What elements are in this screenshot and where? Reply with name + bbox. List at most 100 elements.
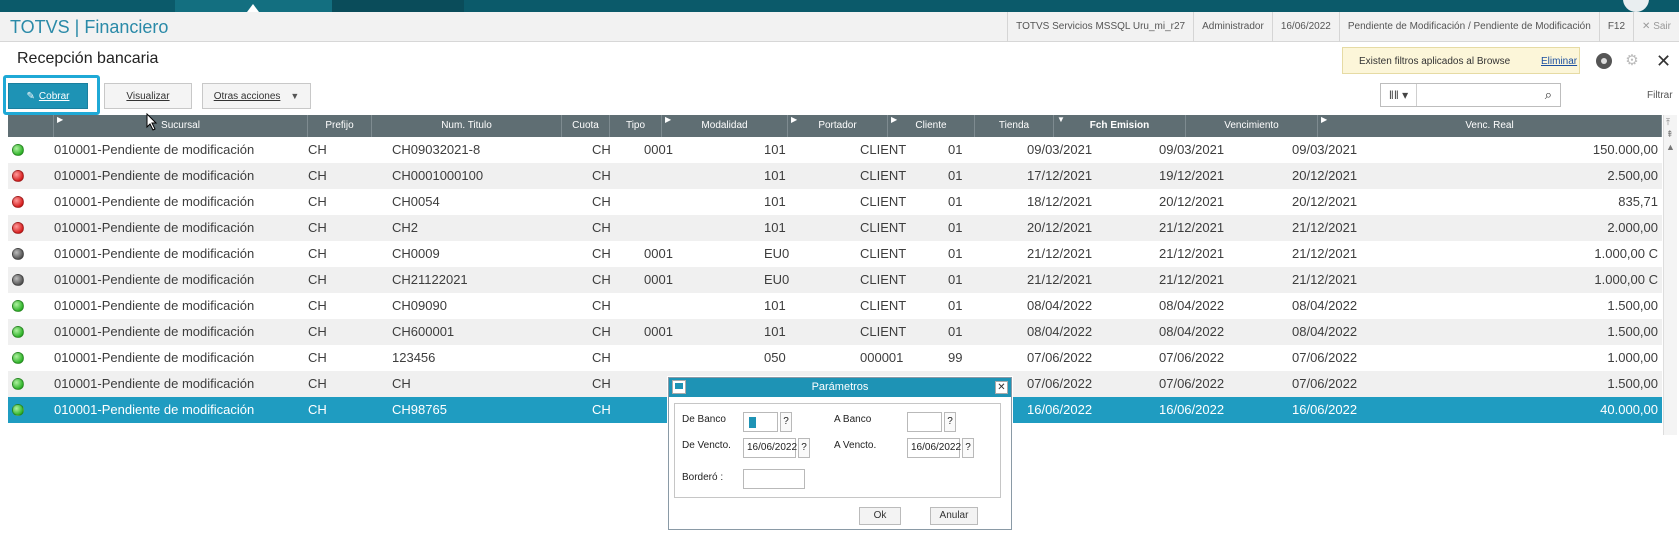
a-vencto-input[interactable]: 16/06/2022 — [907, 438, 961, 458]
search-icon[interactable]: ⌕ — [1545, 87, 1552, 103]
status-indicator-icon — [12, 144, 24, 156]
sort-arrow-icon[interactable]: ▶ — [1321, 115, 1327, 124]
de-banco-input[interactable] — [743, 412, 778, 432]
table-row[interactable]: 010001-Pendiente de modificación CH CH2112… — [8, 267, 1662, 293]
column-header[interactable]: Fch Emision — [1054, 115, 1186, 137]
a-vencto-label: A Vencto. — [834, 440, 877, 451]
app-header: TOTVS | Financiero TOTVS Servicios MSSQL… — [0, 12, 1679, 42]
cell-emision: 16/06/2022 — [1027, 402, 1093, 417]
remove-filter-link[interactable]: Eliminar — [1541, 56, 1577, 67]
status-indicator-icon — [12, 196, 24, 208]
scroll-top-icon[interactable]: ⤒ — [1666, 117, 1670, 128]
cell-sucursal: 010001-Pendiente de modificación — [54, 220, 255, 235]
cell-prefijo: CH — [308, 272, 327, 287]
cell-tienda: 01 — [948, 324, 963, 339]
cell-sucursal: 010001-Pendiente de modificación — [54, 350, 255, 365]
column-header[interactable]: Sucursal — [54, 115, 308, 137]
sort-arrow-icon[interactable]: ▶ — [891, 115, 897, 124]
column-header[interactable]: Vencimiento — [1186, 115, 1318, 137]
cell-valor: 835,71 — [1618, 194, 1658, 209]
de-banco-lookup[interactable]: ? — [780, 412, 792, 432]
column-header[interactable]: Prefijo — [308, 115, 372, 137]
cell-valor: 2.000,00 — [1607, 220, 1658, 235]
cell-portador: 101 — [764, 168, 786, 183]
search-box[interactable]: ǁǁ ▾ ⌕ — [1380, 83, 1561, 107]
close-icon[interactable]: ✕ — [1656, 52, 1672, 70]
column-header[interactable]: Num. Titulo — [372, 115, 562, 137]
cell-tienda: 01 — [948, 194, 963, 209]
cell-prefijo: CH — [308, 168, 327, 183]
column-header[interactable]: Tienda — [975, 115, 1054, 137]
cell-num: CH21122021 — [392, 272, 468, 287]
sort-arrow-icon[interactable]: ▶ — [57, 115, 63, 124]
status-indicator-icon — [12, 352, 24, 364]
table-row[interactable]: 010001-Pendiente de modificación CH CH0054… — [8, 189, 1662, 215]
cell-modalidad: 0001 — [644, 324, 673, 339]
cell-sucursal: 010001-Pendiente de modificación — [54, 194, 255, 209]
column-header[interactable]: Venc. Real — [1318, 115, 1662, 137]
column-header[interactable]: Portador — [788, 115, 888, 137]
cell-num: CH98765 — [392, 402, 447, 417]
cell-valor: 2.500,00 — [1607, 168, 1658, 183]
grid-scrollbar[interactable]: ⤒ ⇞ ▲ — [1663, 115, 1677, 435]
table-row[interactable]: 010001-Pendiente de modificación CH CH0001… — [8, 163, 1662, 189]
cell-emision: 18/12/2021 — [1027, 194, 1093, 209]
ok-button[interactable]: Ok — [859, 507, 901, 525]
cell-valor: 1.500,00 — [1607, 298, 1658, 313]
de-vencto-lookup[interactable]: ? — [798, 438, 810, 458]
otras-acciones-button[interactable]: Otras acciones ▼ — [202, 83, 311, 109]
user-avatar[interactable] — [1623, 0, 1649, 12]
bordero-input[interactable] — [743, 469, 805, 489]
cell-num: CH — [392, 376, 411, 391]
a-banco-input[interactable] — [907, 412, 942, 432]
cell-cliente: CLIENT — [860, 168, 907, 183]
f12-shortcut[interactable]: F12 — [1598, 12, 1633, 42]
anular-button[interactable]: Anular — [930, 507, 978, 525]
cell-prefijo: CH — [308, 350, 327, 365]
cell-venc: 21/12/2021 — [1159, 220, 1225, 235]
cell-emision: 09/03/2021 — [1027, 142, 1093, 157]
a-vencto-lookup[interactable]: ? — [962, 438, 974, 458]
mouse-pointer-icon — [146, 113, 158, 131]
cell-venc: 20/12/2021 — [1159, 194, 1225, 209]
cell-tipo: CH — [592, 298, 611, 313]
table-row[interactable]: 010001-Pendiente de modificación CH CH0909… — [8, 293, 1662, 319]
environment-label: TOTVS Servicios MSSQL Uru_mi_r27 — [1007, 12, 1193, 42]
column-selector-icon[interactable]: ǁǁ ▾ — [1381, 84, 1417, 106]
cell-emision: 07/06/2022 — [1027, 376, 1093, 391]
cell-cliente: CLIENT — [860, 298, 907, 313]
cobrar-button[interactable]: ✎ Cobrar — [8, 83, 88, 109]
scroll-up-icon[interactable]: ▲ — [1666, 142, 1675, 152]
gear-icon[interactable]: ⚙ — [1624, 53, 1640, 69]
sort-arrow-icon[interactable]: ▶ — [791, 115, 797, 124]
cell-cliente: 000001 — [860, 350, 904, 365]
status-indicator-icon — [12, 170, 24, 182]
column-header[interactable]: Cliente — [888, 115, 975, 137]
de-vencto-input[interactable]: 16/06/2022 — [743, 438, 797, 458]
table-row[interactable]: 010001-Pendiente de modificación CH CH6000… — [8, 319, 1662, 345]
table-row[interactable]: 010001-Pendiente de modificación CH CH0903… — [8, 137, 1662, 163]
help-icon[interactable] — [1596, 53, 1612, 69]
column-header[interactable]: Modalidad — [662, 115, 788, 137]
table-row[interactable]: 010001-Pendiente de modificación CH CH2 CH 1… — [8, 215, 1662, 241]
sort-arrow-icon[interactable]: ▼ — [1057, 115, 1065, 124]
table-row[interactable]: 010001-Pendiente de modificación CH 123456… — [8, 345, 1662, 371]
table-row[interactable]: 010001-Pendiente de modificación CH CH0009… — [8, 241, 1662, 267]
cell-sucursal: 010001-Pendiente de modificación — [54, 168, 255, 183]
cell-tipo: CH — [592, 194, 611, 209]
status-column-header[interactable] — [8, 115, 54, 137]
visualizar-button[interactable]: Visualizar — [104, 83, 192, 109]
exit-button[interactable]: ✕ Sair — [1633, 12, 1679, 42]
cell-portador: 101 — [764, 298, 786, 313]
filtrar-link[interactable]: Filtrar — [1647, 90, 1673, 101]
a-banco-lookup[interactable]: ? — [944, 412, 956, 432]
top-tab[interactable] — [332, 0, 464, 12]
dialog-close-icon[interactable]: ✕ — [995, 381, 1008, 394]
column-header[interactable]: Tipo — [610, 115, 662, 137]
sort-arrow-icon[interactable]: ▶ — [665, 115, 671, 124]
cell-valor: 1.000,00 C — [1594, 246, 1658, 261]
header-info-bar: TOTVS Servicios MSSQL Uru_mi_r27 Adminis… — [1007, 12, 1679, 42]
scroll-pageup-icon[interactable]: ⇞ — [1666, 129, 1674, 140]
cell-prefijo: CH — [308, 376, 327, 391]
column-header[interactable]: Cuota — [562, 115, 610, 137]
